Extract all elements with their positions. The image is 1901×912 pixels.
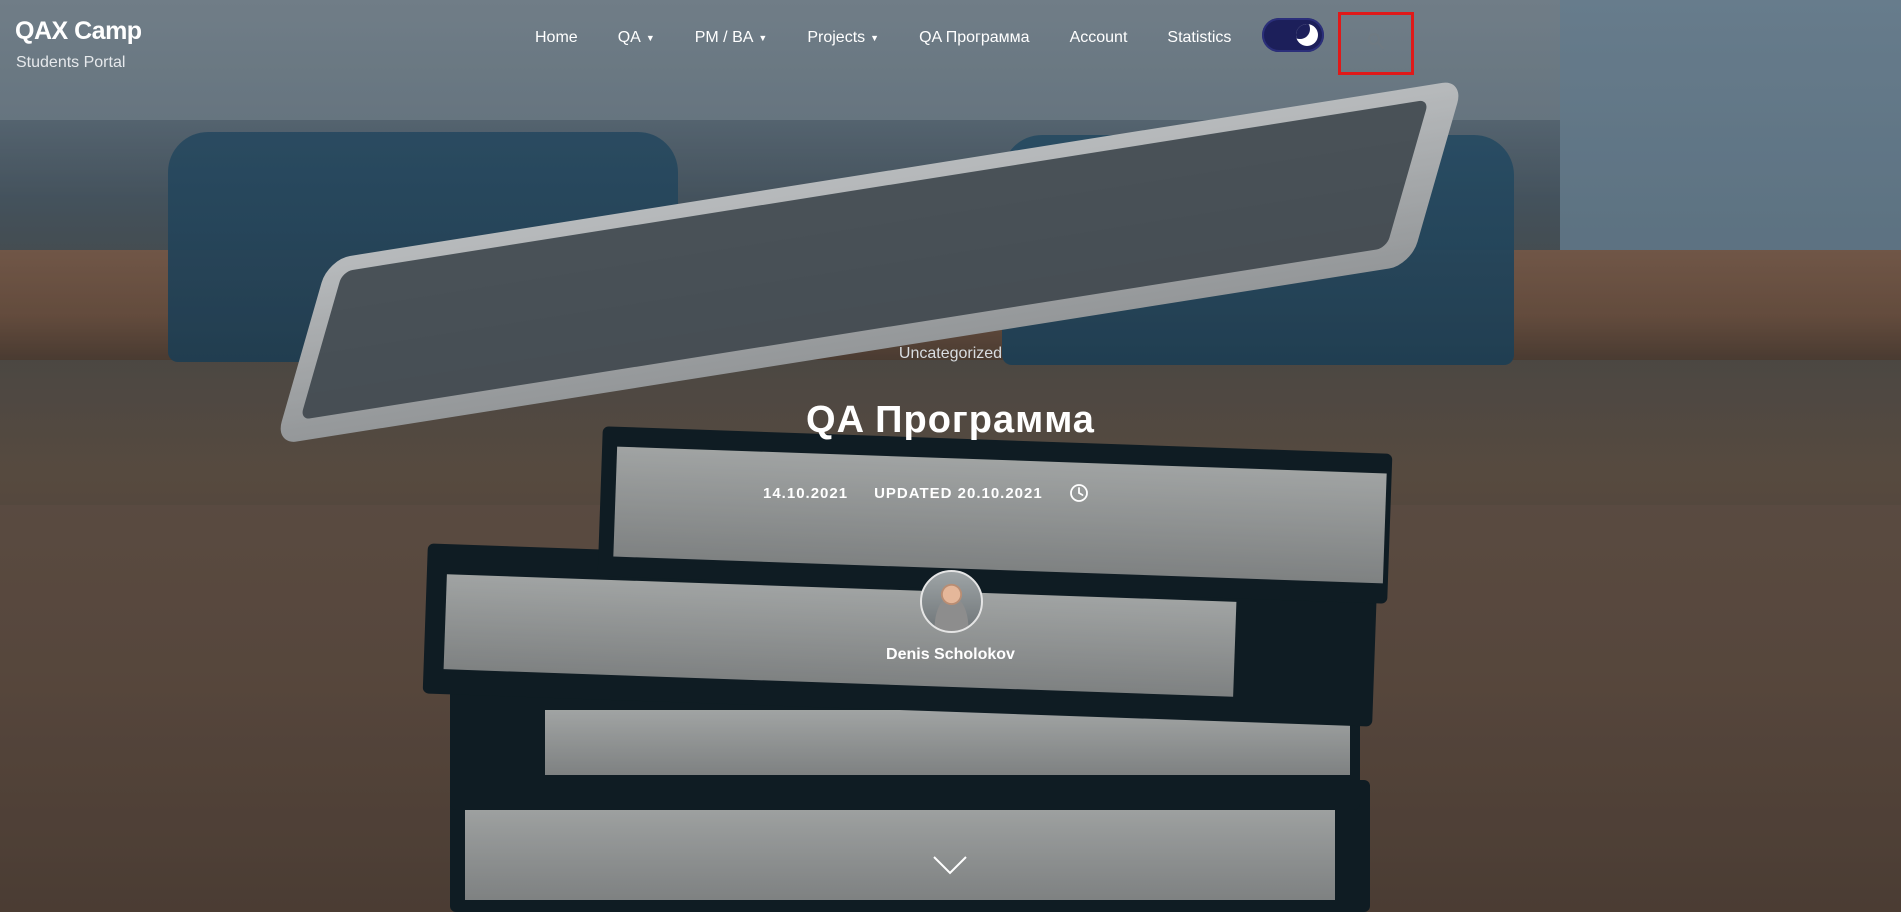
background-book-pages (443, 574, 1237, 697)
background-desk-back (0, 250, 1901, 360)
background-book (597, 426, 1393, 604)
search-button[interactable] (1338, 12, 1414, 75)
author-name[interactable]: Denis Scholokov (0, 646, 1901, 664)
post-date: 14.10.2021 (763, 484, 849, 502)
post-category-link[interactable]: Uncategorized (0, 345, 1901, 363)
nav-item-label: Projects (807, 29, 866, 46)
background-book (450, 780, 1370, 912)
nav-item-statistics[interactable]: Statistics (1167, 29, 1231, 47)
nav-item-label: Home (535, 29, 578, 46)
hero-section: QAX Camp Students Portal Home QA ▼ PM / … (0, 0, 1901, 912)
background-desk-front (0, 505, 1901, 912)
hero-overlay (0, 0, 1901, 912)
nav-item-label: Statistics (1167, 29, 1232, 46)
background-chair-right (1002, 135, 1514, 365)
post-updated-date: UPDATED 20.10.2021 (874, 484, 1043, 502)
scroll-down-button[interactable] (932, 854, 968, 876)
main-nav: Home QA ▼ PM / BA ▼ Projects ▼ QA Програ… (535, 26, 1271, 50)
nav-item-qa-program[interactable]: QA Программа (919, 29, 1030, 47)
background-book-pages (545, 710, 1350, 775)
nav-item-projects[interactable]: Projects ▼ (807, 29, 879, 47)
search-icon (1368, 33, 1385, 50)
nav-item-label: PM / BA (694, 29, 754, 46)
nav-item-label: QA (617, 29, 641, 46)
moon-icon (1296, 24, 1318, 46)
background-tablet (275, 79, 1465, 445)
site-title[interactable]: QAX Camp (15, 17, 142, 46)
nav-item-label: QA Программа (919, 29, 1030, 46)
clock-icon (1069, 483, 1089, 503)
post-title: QA Программа (806, 399, 1095, 441)
post-meta: 14.10.2021 UPDATED 20.10.2021 (763, 482, 1089, 504)
nav-item-home[interactable]: Home (535, 29, 578, 47)
background-chair-left (168, 132, 678, 362)
background-book-pages (613, 446, 1387, 584)
dropdown-caret-icon: ▼ (645, 33, 655, 43)
nav-item-pm-ba[interactable]: PM / BA ▼ (695, 29, 768, 47)
background-wall (0, 0, 1901, 120)
background-book-pages (465, 800, 1335, 900)
background-tablet-screen (300, 99, 1430, 420)
nav-item-account[interactable]: Account (1070, 29, 1128, 47)
chevron-down-icon (933, 856, 967, 875)
background-book (422, 543, 1378, 727)
dropdown-caret-icon: ▼ (758, 33, 768, 43)
background-wall-right (1560, 0, 1901, 300)
dropdown-caret-icon: ▼ (870, 33, 880, 43)
author-avatar[interactable] (920, 570, 983, 633)
background-book (450, 680, 1360, 810)
nav-item-label: Account (1069, 29, 1128, 46)
site-tagline: Students Portal (16, 54, 126, 71)
nav-item-qa[interactable]: QA ▼ (618, 29, 655, 47)
dark-mode-toggle[interactable] (1262, 18, 1324, 52)
